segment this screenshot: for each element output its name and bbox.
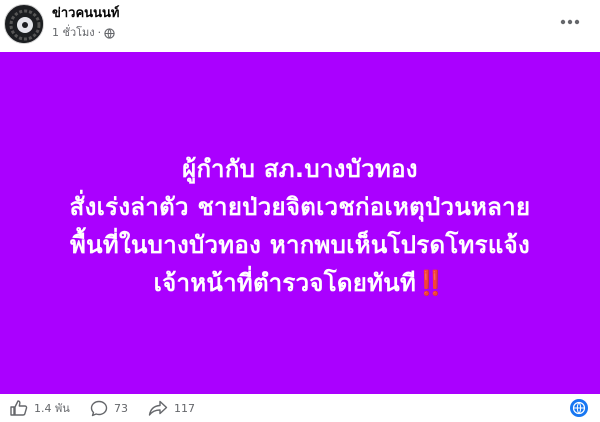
- more-dots-icon: [560, 19, 580, 25]
- post-text-background: ผู้กำกับ สภ.บางบัวทอง สั่งเร่งล่าตัว ชาย…: [0, 52, 600, 394]
- post-meta: 1 ชั่วโมง ·: [52, 26, 115, 40]
- like-stat[interactable]: 1.4 พัน: [10, 398, 70, 418]
- comment-icon: [90, 400, 108, 416]
- comment-stat[interactable]: 73: [90, 398, 128, 418]
- globe-button[interactable]: [570, 399, 588, 417]
- share-stat[interactable]: 117: [148, 398, 195, 418]
- post-text: ผู้กำกับ สภ.บางบัวทอง สั่งเร่งล่าตัว ชาย…: [0, 150, 600, 302]
- like-icon: [10, 400, 28, 416]
- post-text-line-4: เจ้าหน้าที่ตำรวจโดยทันที‼️: [0, 264, 600, 302]
- share-icon: [148, 400, 168, 416]
- like-count: 1.4 พัน: [34, 402, 70, 415]
- public-globe-icon: [104, 27, 115, 39]
- more-options-button[interactable]: [556, 12, 584, 32]
- post-text-line-2: สั่งเร่งล่าตัว ชายป่วยจิตเวชก่อเหตุป่วนห…: [69, 193, 531, 221]
- page-name[interactable]: ข่าวคนนนท์: [52, 6, 119, 22]
- double-exclamation-icon: ‼️: [416, 269, 447, 297]
- page-avatar[interactable]: [4, 4, 44, 44]
- post-text-line-3: พื้นที่ในบางบัวทอง หากพบเห็นโปรดโทรแจ้ง: [70, 231, 530, 259]
- meta-separator: ·: [97, 26, 102, 39]
- post-time[interactable]: 1 ชั่วโมง: [52, 26, 95, 40]
- tire-logo-icon: [6, 6, 43, 43]
- post-card: ข่าวคนนนท์ 1 ชั่วโมง · ผู้กำกับ สภ.บางบั…: [0, 0, 600, 422]
- share-count: 117: [174, 401, 195, 415]
- globe-icon: [572, 401, 586, 415]
- post-text-line-4-text: เจ้าหน้าที่ตำรวจโดยทันที: [153, 269, 417, 297]
- post-header: ข่าวคนนนท์ 1 ชั่วโมง ·: [0, 0, 600, 52]
- comment-count: 73: [114, 401, 128, 415]
- post-text-line-1: ผู้กำกับ สภ.บางบัวทอง: [182, 155, 418, 183]
- post-footer: 1.4 พัน 73 117: [0, 394, 600, 422]
